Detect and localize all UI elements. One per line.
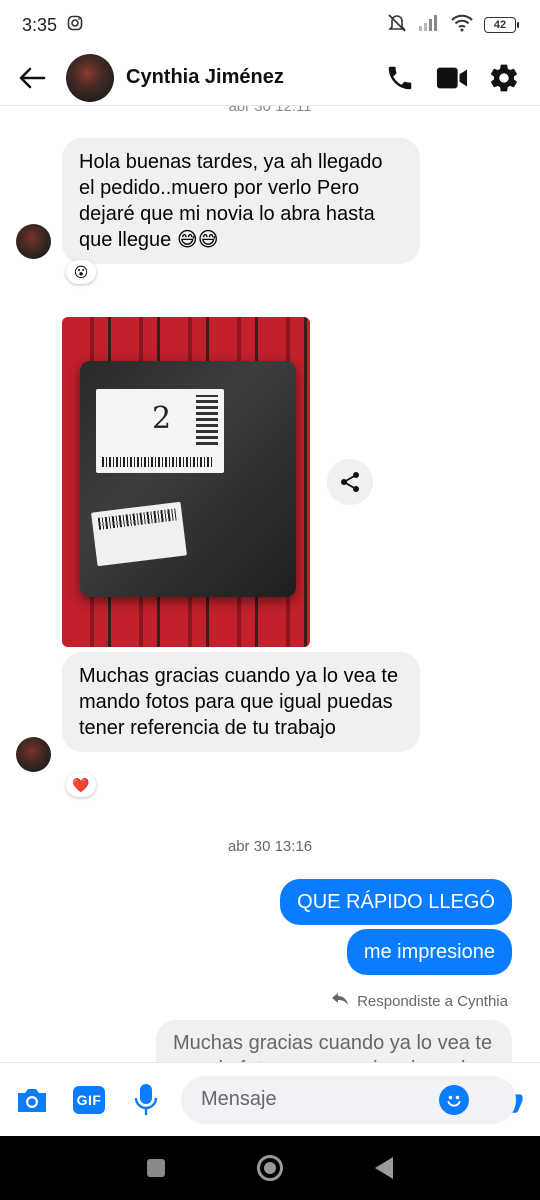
message-composer: GIF [0,1062,540,1136]
reply-indicator: Respondiste a Cynthia [331,992,508,1010]
wifi-icon [450,14,474,37]
signal-icon [418,14,440,37]
instagram-icon [67,15,83,36]
outgoing-message-2[interactable]: me impresione [346,929,512,975]
home-icon[interactable] [257,1155,283,1181]
sender-avatar[interactable] [16,224,51,259]
contact-avatar[interactable] [66,53,114,102]
gif-button[interactable]: GIF [71,1082,107,1118]
timestamp: abr 30 13:16 [227,838,313,855]
conversation-header: Cynthia Jiménez [0,50,540,106]
share-icon[interactable] [327,459,373,505]
status-time: 3:35 [22,14,58,35]
gif-icon: GIF [73,1085,105,1114]
video-call-icon[interactable] [436,62,468,94]
status-bar: 3:35 42 [0,0,540,50]
incoming-message-2[interactable]: Muchas gracias cuando ya lo vea te mando… [62,652,420,752]
quoted-message[interactable]: Muchas gracias cuando ya lo vea te mando… [156,1020,512,1062]
mute-icon [386,13,408,38]
package-photo[interactable]: 2 [62,317,310,647]
reply-arrow-icon [331,992,349,1010]
reply-note-text: Respondiste a Cynthia [357,992,508,1010]
reaction-heart[interactable]: ❤️ [66,773,96,797]
emoji-icon[interactable] [439,1084,469,1115]
back-arrow-icon[interactable] [16,62,48,94]
reaction-surprised[interactable]: 😮 [66,260,96,284]
message-input-container [181,1075,516,1124]
camera-icon[interactable] [14,1082,50,1118]
battery-indicator: 42 [484,17,519,33]
package-image-content: 2 [80,361,296,597]
contact-name[interactable]: Cynthia Jiménez [126,66,284,89]
timestamp-partial: abr 30 12:11 [228,106,312,115]
settings-gear-icon[interactable] [488,62,520,94]
recent-apps-icon[interactable] [147,1159,165,1177]
system-navigation-bar [0,1136,540,1200]
microphone-icon[interactable] [128,1082,164,1118]
back-triangle-icon[interactable] [375,1157,393,1179]
phone-call-icon[interactable] [384,62,416,94]
sender-avatar[interactable] [16,737,51,772]
message-thread[interactable]: abr 30 12:11 Hola buenas tardes, ya ah l… [0,106,540,1062]
outgoing-message-1[interactable]: QUE RÁPIDO LLEGÓ [280,879,512,925]
incoming-message-1[interactable]: Hola buenas tardes, ya ah llegado el ped… [62,138,420,264]
